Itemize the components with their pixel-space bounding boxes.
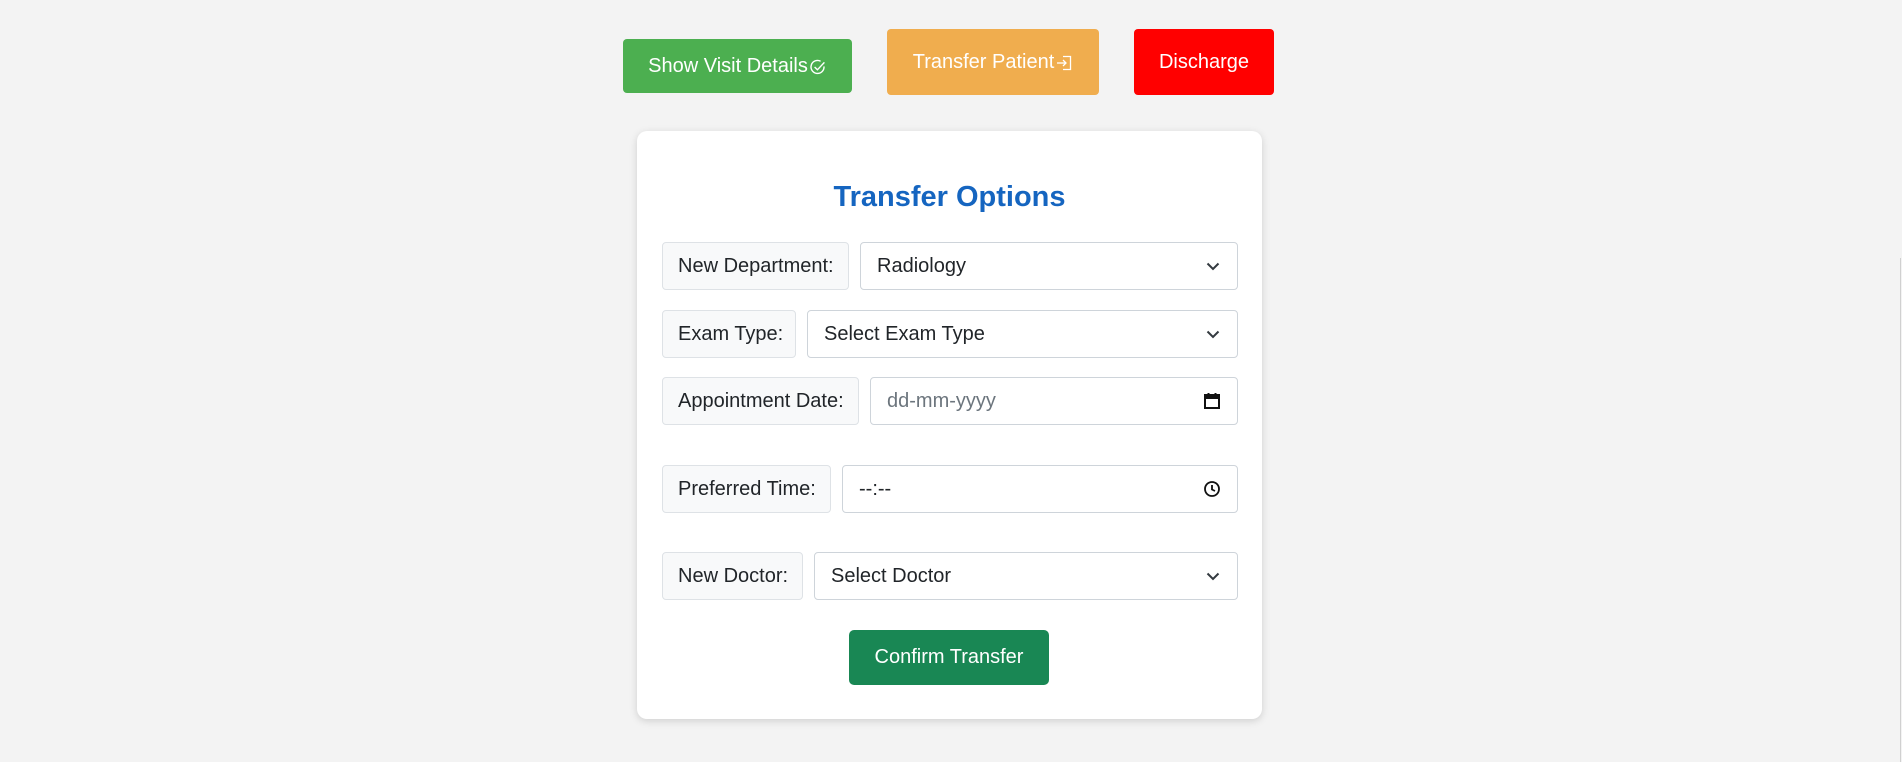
department-row: New Department: Radiology [662,242,1238,290]
doctor-row: New Doctor: Select Doctor [662,552,1238,600]
discharge-button[interactable]: Discharge [1134,29,1274,95]
appointment-date-row: Appointment Date: dd-mm-yyyy [662,377,1238,425]
transfer-patient-label: Transfer Patient [912,50,1055,73]
department-select[interactable]: Radiology [860,242,1238,290]
appointment-date-input[interactable]: dd-mm-yyyy [870,377,1238,425]
confirm-transfer-button[interactable]: Confirm Transfer [849,630,1049,685]
doctor-select-value: Select Doctor [831,564,952,587]
appointment-date-placeholder: dd-mm-yyyy [887,389,996,412]
chevron-down-icon [1206,262,1220,271]
preferred-time-label: Preferred Time: [662,465,831,513]
sign-in-icon [1055,54,1073,72]
check-circle-icon [809,58,827,76]
clock-icon[interactable] [1203,480,1221,498]
preferred-time-placeholder: --:-- [859,477,892,500]
doctor-label: New Doctor: [662,552,803,600]
preferred-time-input[interactable]: --:-- [842,465,1238,513]
exam-type-label: Exam Type: [662,310,796,358]
discharge-label: Discharge [1158,50,1250,73]
transfer-options-title: Transfer Options [833,181,1066,213]
exam-type-select-value: Select Exam Type [824,322,985,345]
scrollbar-edge[interactable] [1900,258,1901,762]
department-label: New Department: [662,242,849,290]
page: Show Visit Details Transfer Patient Disc… [0,0,1902,762]
calendar-icon[interactable] [1203,392,1221,410]
transfer-options-card: Transfer Options New Department: Radiolo… [637,131,1262,719]
preferred-time-row: Preferred Time: --:-- [662,465,1238,513]
show-visit-details-button[interactable]: Show Visit Details [623,39,852,93]
exam-type-row: Exam Type: Select Exam Type [662,310,1238,358]
appointment-date-label: Appointment Date: [662,377,859,425]
transfer-patient-button[interactable]: Transfer Patient [887,29,1099,95]
chevron-down-icon [1206,330,1220,339]
exam-type-select[interactable]: Select Exam Type [807,310,1238,358]
department-select-value: Radiology [877,254,966,277]
chevron-down-icon [1206,572,1220,581]
doctor-select[interactable]: Select Doctor [814,552,1238,600]
show-visit-details-label: Show Visit Details [648,54,808,77]
confirm-transfer-label: Confirm Transfer [874,646,1024,668]
